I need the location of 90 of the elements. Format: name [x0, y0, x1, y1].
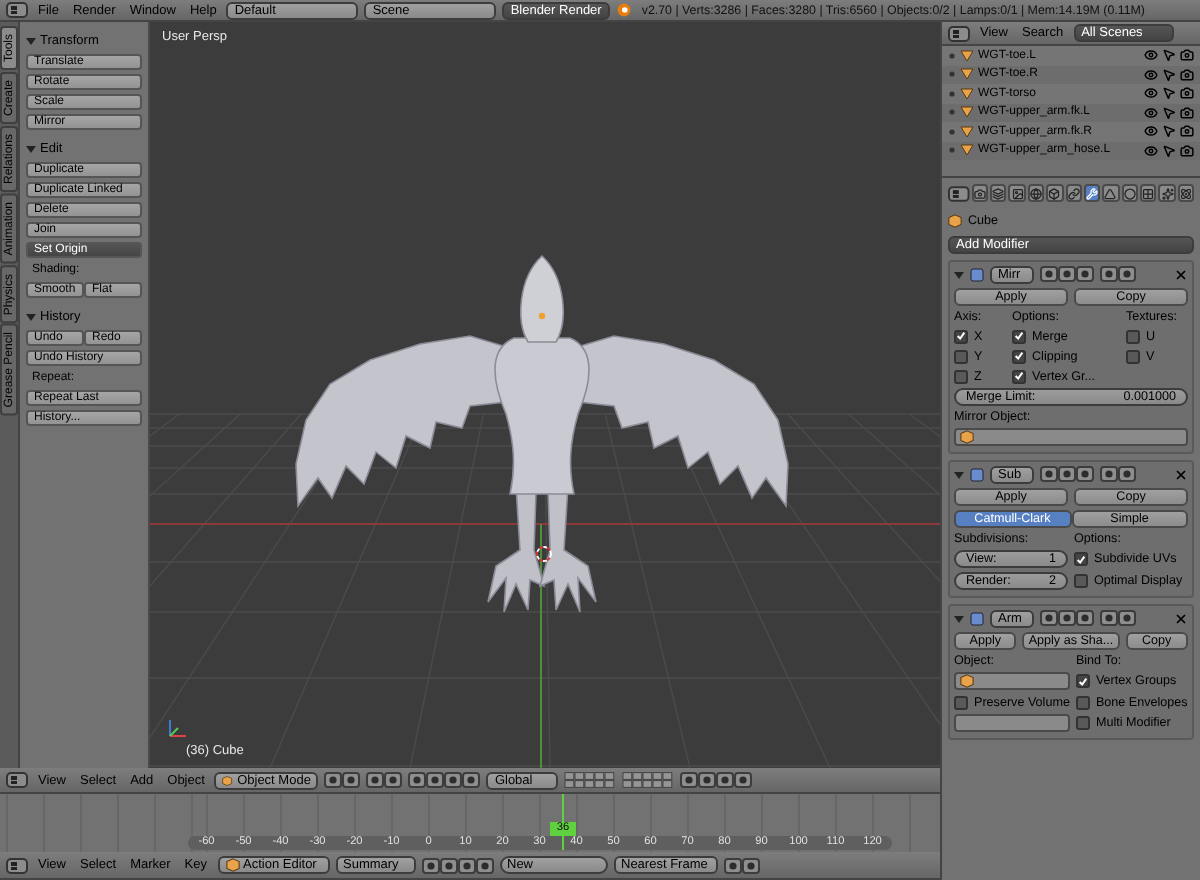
axis-gizmo-icon [169, 719, 187, 737]
layer-buttons-icon[interactable] [564, 772, 617, 788]
expand-dot-icon[interactable] [948, 89, 956, 98]
checkbox[interactable] [954, 349, 968, 363]
close-icon[interactable] [1174, 611, 1188, 625]
checkbox[interactable] [1074, 574, 1088, 588]
checkbox[interactable] [954, 329, 968, 343]
shading-toolbar-icon[interactable] [324, 772, 361, 788]
checkbox[interactable] [1012, 329, 1026, 343]
properties-tab[interactable] [1177, 184, 1195, 202]
circle-icon [1123, 187, 1136, 199]
checkbox[interactable] [1012, 349, 1026, 363]
visibility-icon[interactable] [1144, 105, 1158, 120]
wrench-icon [1086, 187, 1099, 199]
editor-type-icon[interactable] [6, 857, 28, 873]
camera-icon[interactable] [1180, 143, 1194, 158]
properties-tab[interactable] [1139, 184, 1157, 202]
link-icon [1067, 187, 1080, 199]
display-toggles-icon[interactable] [1040, 266, 1094, 282]
camera-icon[interactable] [1180, 67, 1194, 82]
properties-tab[interactable] [1158, 184, 1176, 202]
checkbox[interactable] [1075, 674, 1090, 688]
properties-tab[interactable] [990, 184, 1007, 202]
checkbox[interactable] [954, 695, 968, 709]
grid-icon [1142, 187, 1155, 199]
expand-dot-icon[interactable] [948, 127, 956, 136]
properties-tab[interactable] [971, 184, 989, 202]
globe-icon [1030, 187, 1042, 199]
triangle-icon [1104, 187, 1117, 199]
manipulator-toolbar-icon[interactable] [408, 772, 481, 788]
layers-icon [992, 187, 1005, 199]
properties-tab[interactable] [1065, 184, 1082, 202]
expand-dot-icon[interactable] [948, 51, 956, 60]
copy-paste-icon[interactable] [723, 857, 759, 873]
snap-toolbar-icon[interactable] [680, 772, 753, 788]
properties-tab[interactable] [1121, 184, 1138, 202]
editor-type-icon[interactable] [948, 185, 970, 201]
visibility-icon[interactable] [1144, 124, 1158, 139]
checkbox[interactable] [1074, 552, 1088, 566]
cube-icon [225, 858, 239, 872]
editor-type-icon[interactable] [6, 2, 28, 18]
properties-tab[interactable] [1008, 184, 1026, 202]
vertex-group-field[interactable] [954, 714, 1070, 732]
blender-logo-icon [615, 2, 632, 18]
object-origin-icon [538, 312, 546, 320]
collapse-triangle-icon[interactable] [26, 311, 36, 321]
collapse-triangle-icon[interactable] [954, 269, 964, 279]
checkbox[interactable] [954, 369, 968, 383]
checkbox[interactable] [1126, 349, 1140, 363]
mirror-object-field[interactable] [954, 428, 1188, 446]
pivot-toolbar-icon[interactable] [366, 772, 403, 788]
cube-icon [960, 674, 974, 688]
cube-outline-icon [1048, 187, 1061, 199]
checkbox[interactable] [1012, 369, 1026, 383]
cursor-3d-icon [536, 546, 552, 562]
sparkles-icon [1161, 187, 1174, 199]
checkbox[interactable] [1075, 716, 1090, 730]
collapse-triangle-icon[interactable] [26, 35, 36, 45]
visibility-icon[interactable] [1144, 67, 1158, 82]
collapse-triangle-icon[interactable] [954, 469, 964, 479]
cube-icon [948, 213, 962, 227]
camera-icon [973, 187, 986, 199]
close-icon[interactable] [1174, 267, 1188, 281]
image-icon [1011, 187, 1024, 199]
properties-tab[interactable] [1102, 184, 1120, 202]
collapse-triangle-icon[interactable] [954, 613, 964, 623]
camera-icon[interactable] [1180, 86, 1194, 101]
atom-icon [1179, 187, 1192, 199]
cube-icon [960, 430, 974, 444]
properties-tab[interactable] [1027, 184, 1045, 202]
editor-type-icon[interactable] [948, 25, 970, 41]
visibility-icon[interactable] [1144, 143, 1158, 158]
properties-tab[interactable] [1046, 184, 1064, 202]
camera-icon[interactable] [1180, 48, 1194, 63]
camera-icon[interactable] [1180, 124, 1194, 139]
editor-type-icon[interactable] [6, 772, 28, 788]
collapse-triangle-icon[interactable] [26, 143, 36, 153]
properties-tab[interactable] [1083, 184, 1101, 202]
display-toggles-icon[interactable] [1040, 610, 1094, 626]
visibility-icon[interactable] [1144, 48, 1158, 63]
camera-icon[interactable] [1180, 105, 1194, 120]
close-icon[interactable] [1174, 467, 1188, 481]
checkbox[interactable] [1075, 695, 1090, 709]
filter-toolbar-icon[interactable] [421, 857, 493, 873]
cube-icon [222, 773, 234, 787]
display-toggles-icon[interactable] [1040, 466, 1094, 482]
visibility-icon[interactable] [1144, 86, 1158, 101]
checkbox[interactable] [1126, 329, 1140, 343]
layer-buttons-icon[interactable] [622, 772, 675, 788]
object-field[interactable] [954, 672, 1070, 690]
